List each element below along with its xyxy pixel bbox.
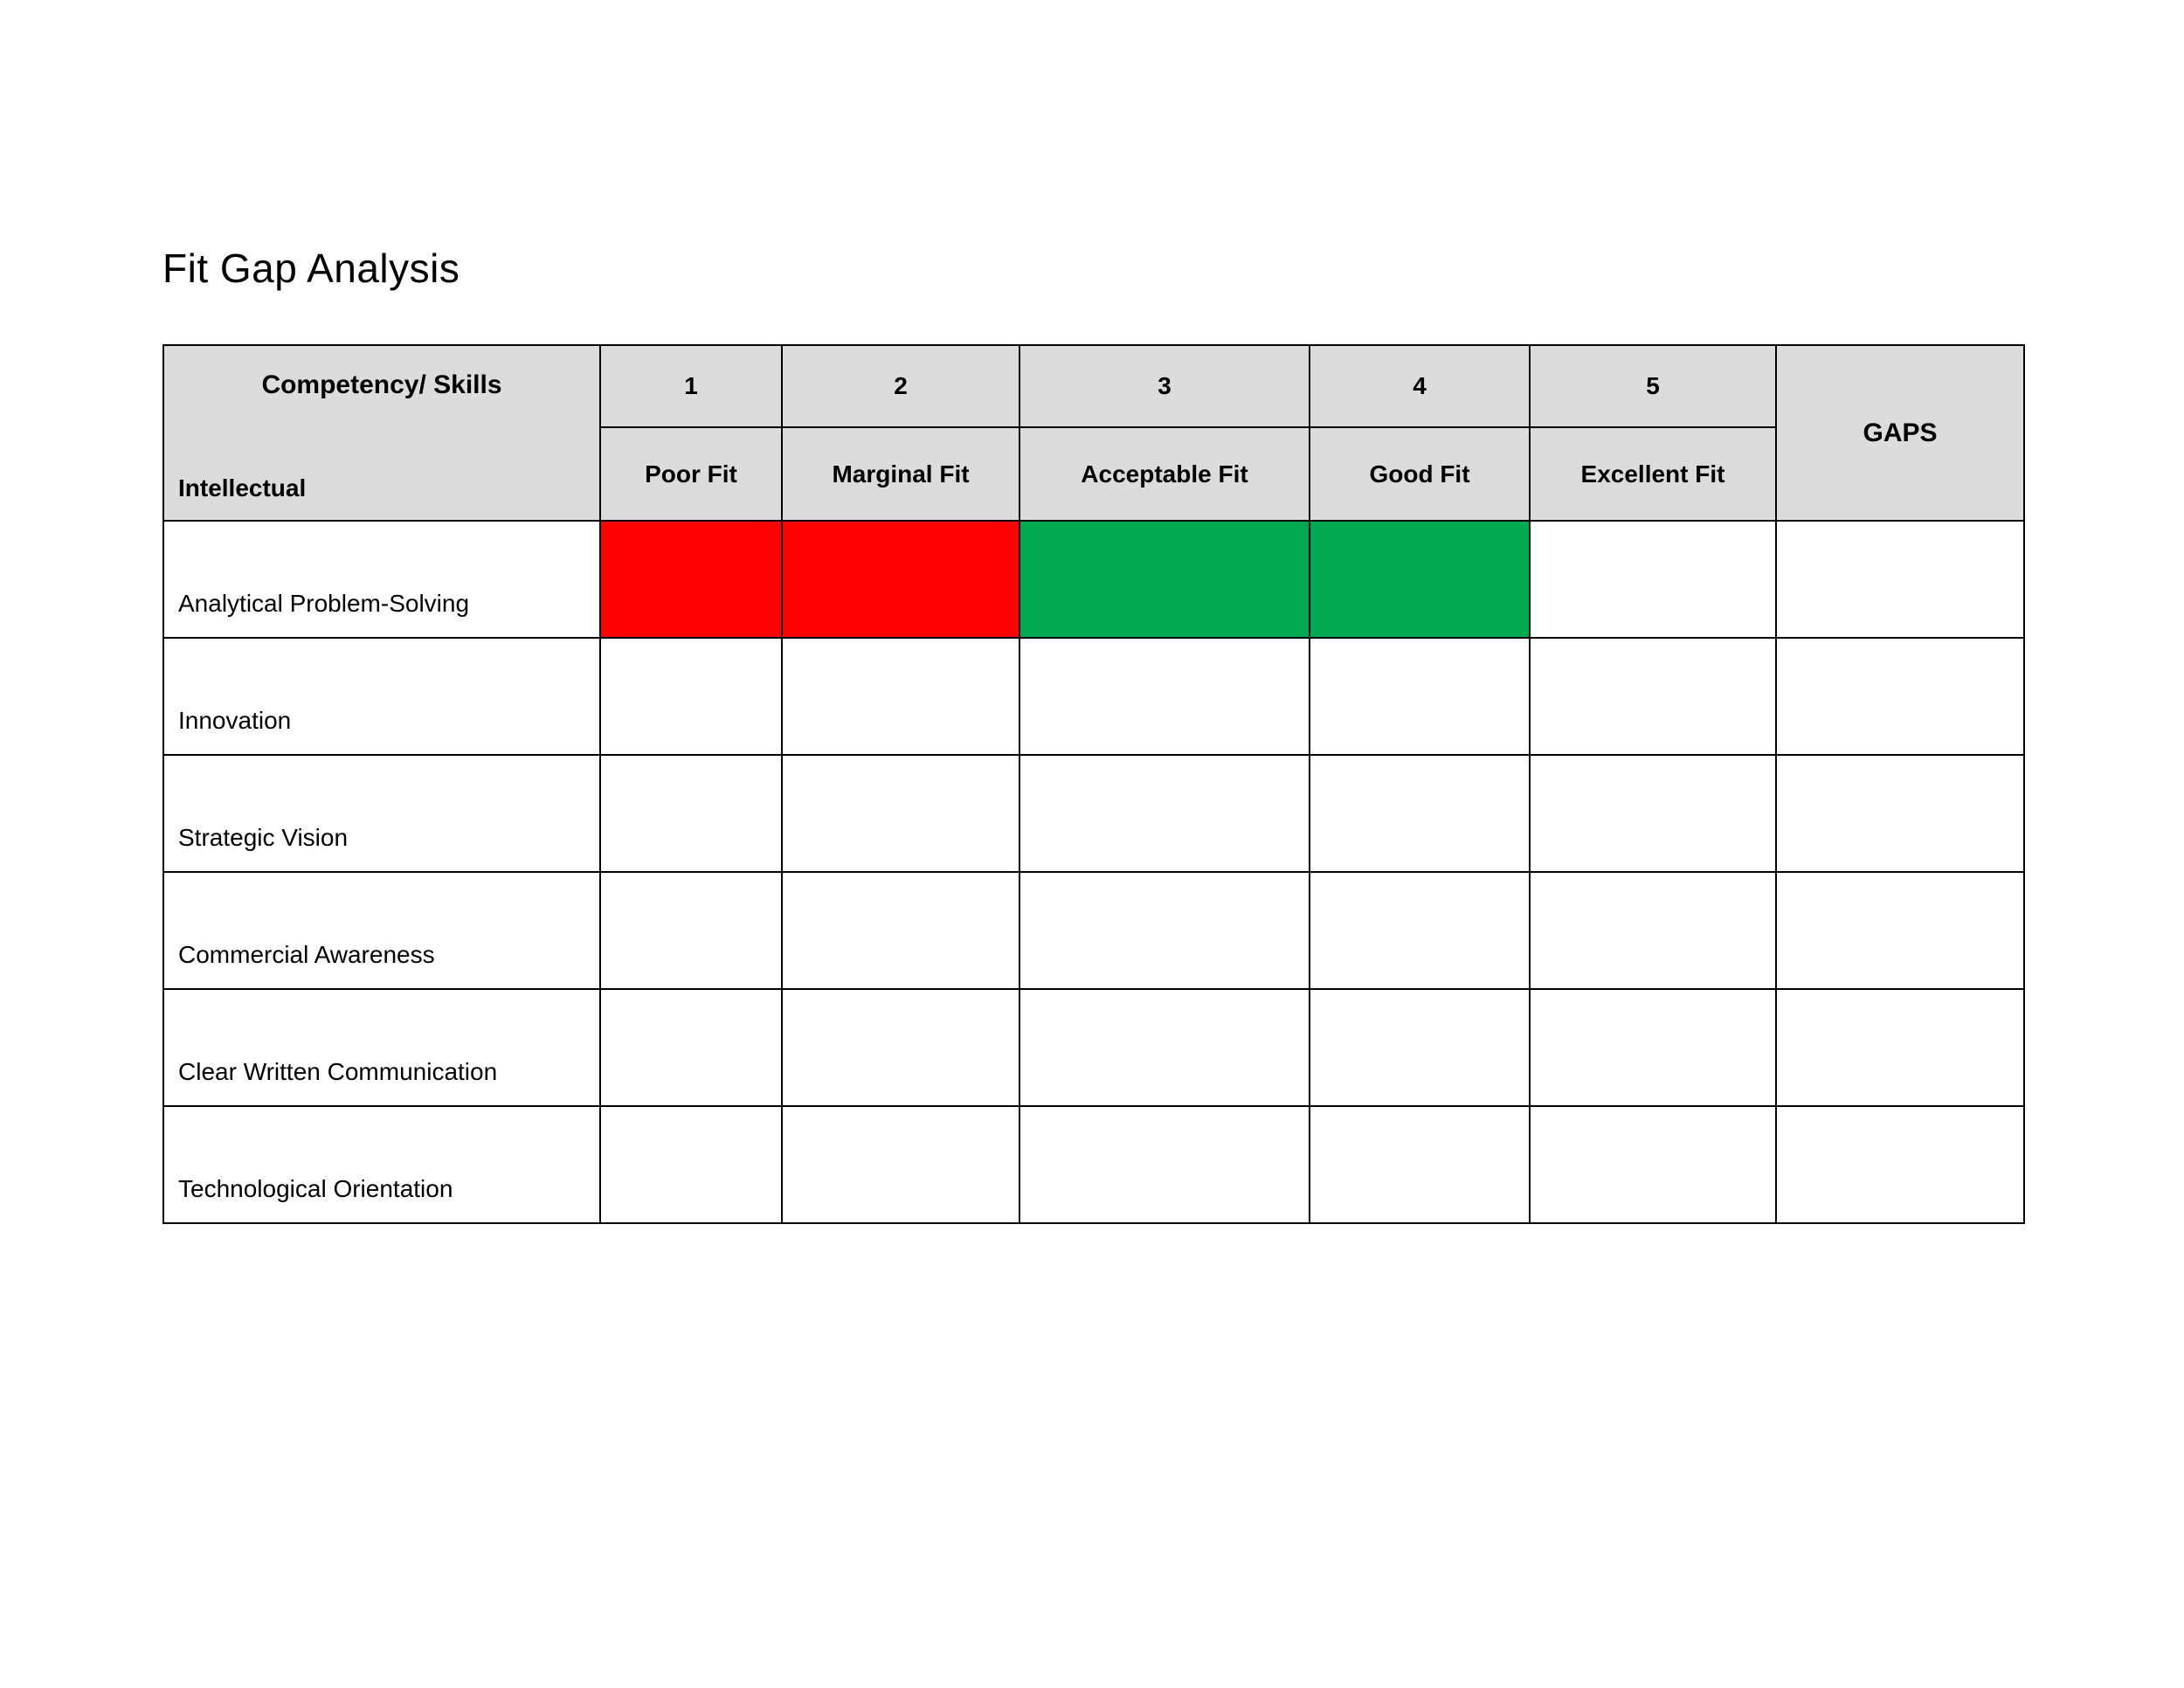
rating-cell [1310,872,1530,989]
skill-label: Innovation [163,638,600,755]
table-row: Commercial Awareness [163,872,2024,989]
rating-cell [1530,638,1776,755]
header-scale-5-label: Excellent Fit [1530,427,1776,521]
rating-cell [782,872,1019,989]
table-row: Technological Orientation [163,1106,2024,1223]
rating-cell [600,1106,782,1223]
header-competency-skills: Competency/ Skills [163,345,600,427]
table-row: Clear Written Communication [163,989,2024,1106]
gaps-cell [1776,1106,2024,1223]
gaps-cell [1776,638,2024,755]
rating-cell [1530,1106,1776,1223]
header-scale-3-num: 3 [1019,345,1310,427]
header-scale-4-label: Good Fit [1310,427,1530,521]
rating-cell [782,989,1019,1106]
rating-cell [1019,989,1310,1106]
gaps-cell [1776,989,2024,1106]
rating-cell [600,872,782,989]
rating-cell [782,755,1019,872]
rating-cell [600,521,782,638]
header-scale-2-label: Marginal Fit [782,427,1019,521]
header-row-1: Competency/ Skills 1 2 3 4 5 GAPS [163,345,2024,427]
gaps-cell [1776,872,2024,989]
rating-cell [1310,755,1530,872]
skill-label: Analytical Problem-Solving [163,521,600,638]
table-row: Strategic Vision [163,755,2024,872]
rating-cell [1019,755,1310,872]
rating-cell [600,638,782,755]
rating-cell [1019,638,1310,755]
table-row: Analytical Problem-Solving [163,521,2024,638]
skill-label: Technological Orientation [163,1106,600,1223]
gaps-cell [1776,521,2024,638]
rating-cell [600,989,782,1106]
gaps-cell [1776,755,2024,872]
skill-label: Commercial Awareness [163,872,600,989]
fit-gap-table: Competency/ Skills 1 2 3 4 5 GAPS Intell… [162,344,2025,1224]
header-scale-2-num: 2 [782,345,1019,427]
rating-cell [1310,638,1530,755]
skill-label: Strategic Vision [163,755,600,872]
rating-cell [1530,989,1776,1106]
rating-cell [1019,1106,1310,1223]
header-scale-1-num: 1 [600,345,782,427]
table-row: Innovation [163,638,2024,755]
rating-cell [1530,755,1776,872]
header-scale-4-num: 4 [1310,345,1530,427]
header-scale-1-label: Poor Fit [600,427,782,521]
header-gaps: GAPS [1776,345,2024,521]
rating-cell [1310,1106,1530,1223]
rating-cell [782,1106,1019,1223]
rating-cell [1019,521,1310,638]
rating-cell [782,638,1019,755]
rating-cell [600,755,782,872]
header-scale-3-label: Acceptable Fit [1019,427,1310,521]
header-scale-5-num: 5 [1530,345,1776,427]
page-title: Fit Gap Analysis [162,245,2022,292]
rating-cell [1310,521,1530,638]
rating-cell [782,521,1019,638]
skill-label: Clear Written Communication [163,989,600,1106]
category-intellectual: Intellectual [163,427,600,521]
rating-cell [1530,521,1776,638]
rating-cell [1530,872,1776,989]
rating-cell [1019,872,1310,989]
header-row-2: Intellectual Poor Fit Marginal Fit Accep… [163,427,2024,521]
rating-cell [1310,989,1530,1106]
